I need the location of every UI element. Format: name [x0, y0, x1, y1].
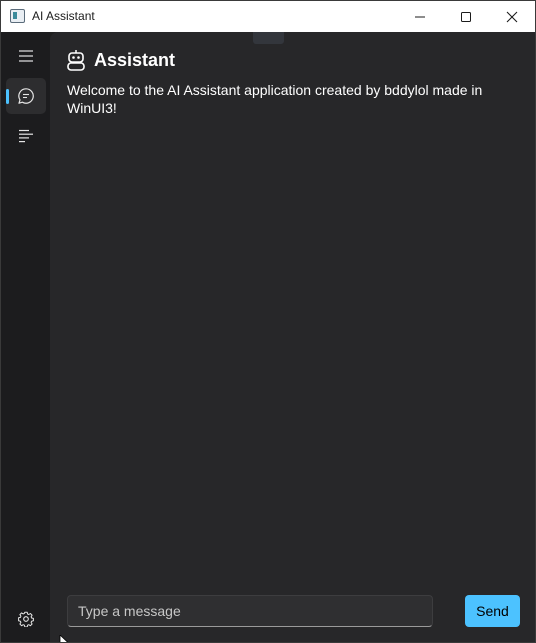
mouse-cursor-icon	[59, 635, 69, 642]
close-button[interactable]	[489, 1, 535, 32]
nav-item-list[interactable]	[6, 118, 46, 154]
nav-toggle-button[interactable]	[6, 38, 46, 74]
title-bar[interactable]: AI Assistant	[1, 1, 535, 32]
list-icon	[19, 129, 33, 143]
send-button[interactable]: Send	[465, 595, 520, 627]
minimize-button[interactable]	[397, 1, 443, 32]
drag-handle[interactable]	[253, 32, 284, 44]
settings-gear-icon	[18, 611, 34, 627]
nav-item-chat[interactable]	[6, 78, 46, 114]
selection-indicator	[6, 89, 9, 104]
maximize-button[interactable]	[443, 1, 489, 32]
navigation-pane	[1, 32, 50, 642]
maximize-icon	[461, 11, 471, 22]
robot-icon	[67, 50, 85, 71]
hamburger-menu-icon	[19, 50, 33, 62]
message-input[interactable]	[67, 595, 433, 627]
window-title: AI Assistant	[32, 9, 95, 23]
close-icon	[506, 11, 518, 22]
app-window: AI Assistant Assistant Welcome to the AI…	[0, 0, 536, 643]
chat-bubble-icon	[18, 88, 34, 104]
welcome-message: Welcome to the AI Assistant application …	[67, 82, 483, 116]
settings-button[interactable]	[6, 601, 46, 637]
page-header: Assistant	[66, 49, 175, 71]
content-area: Assistant Welcome to the AI Assistant ap…	[50, 32, 535, 642]
page-title: Assistant	[94, 50, 176, 70]
minimize-icon	[415, 16, 425, 17]
app-icon	[10, 9, 25, 23]
